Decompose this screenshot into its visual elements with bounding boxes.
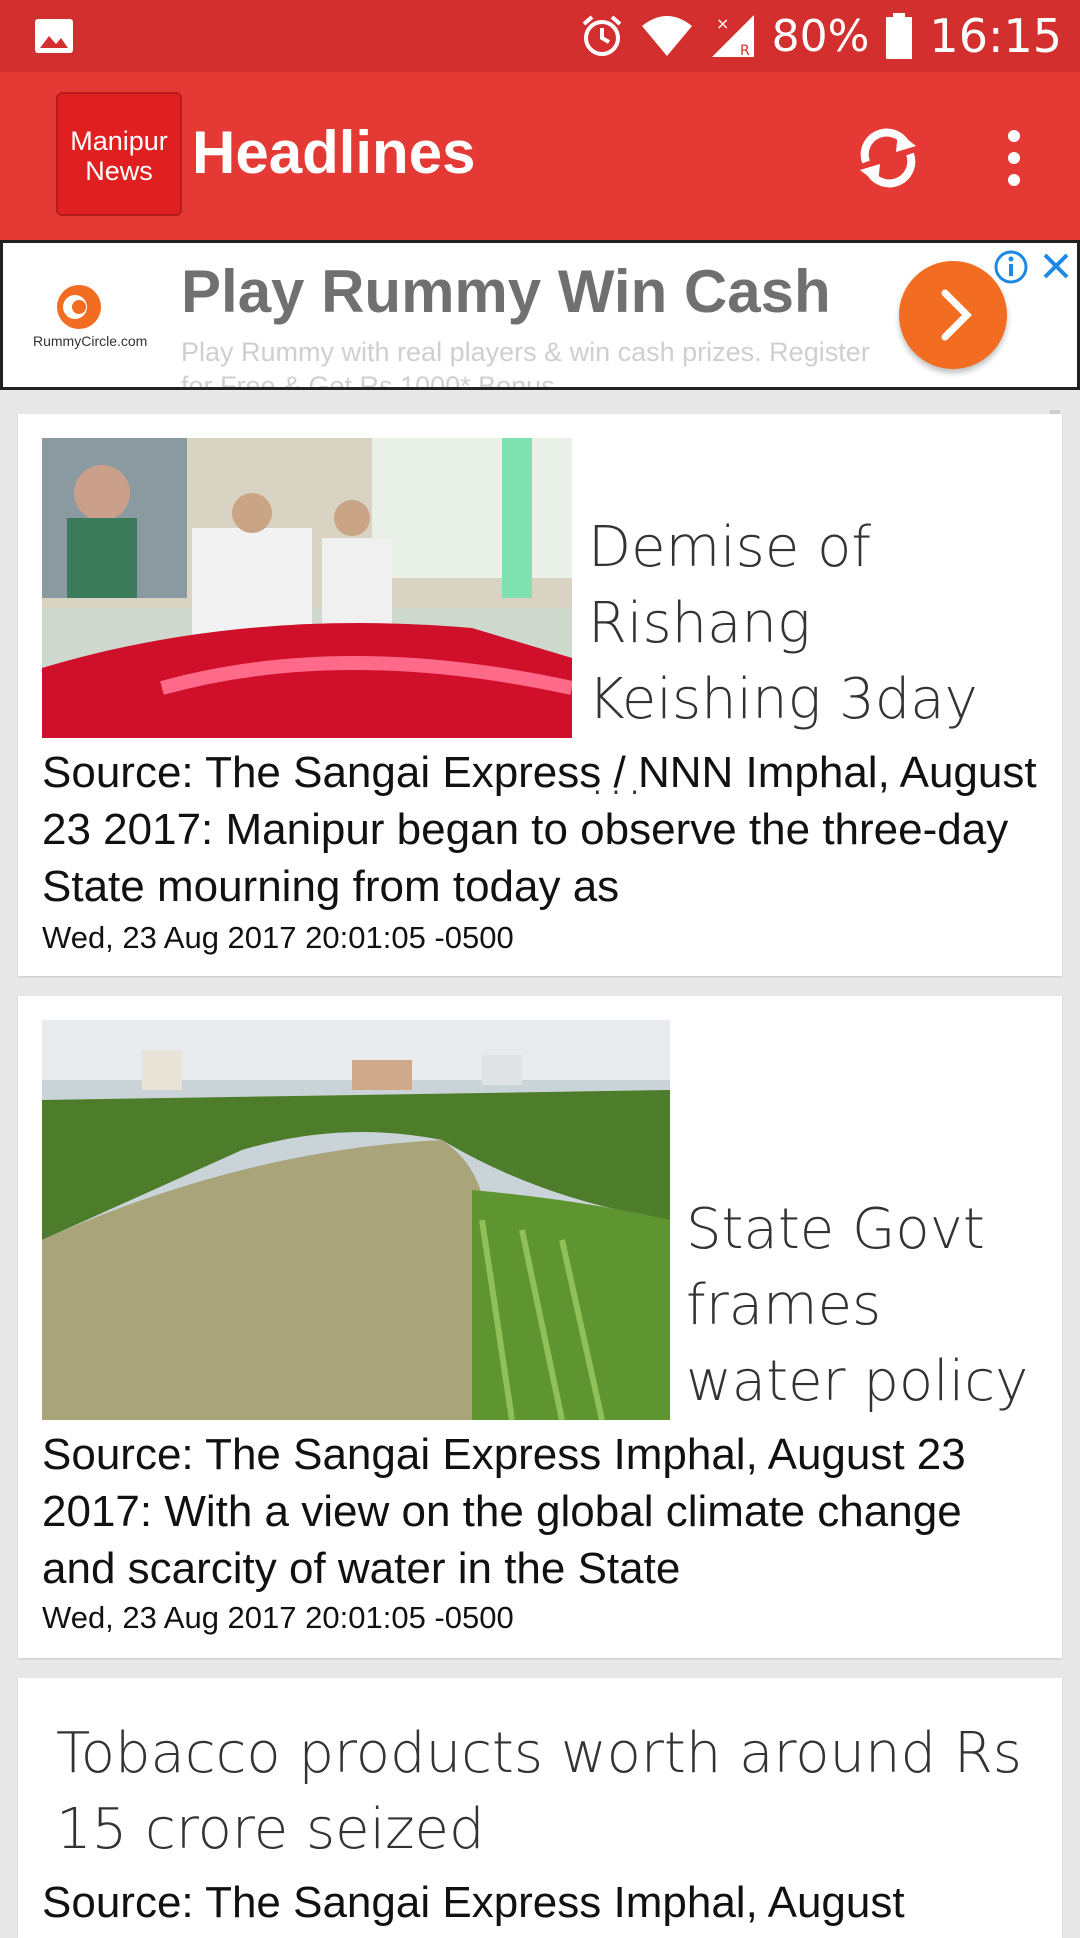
- article-summary: Source: The Sangai Express / NNN Imphal,…: [42, 748, 1037, 911]
- article-date: Wed, 23 Aug 2017 20:01:05 -0500: [42, 920, 514, 955]
- ad-brand-logo: [57, 285, 101, 329]
- clock: 16:15: [929, 9, 1062, 63]
- logo-line2: News: [85, 156, 153, 186]
- ad-description: Play Rummy with real players & win cash …: [181, 337, 870, 390]
- refresh-icon[interactable]: [852, 122, 924, 194]
- battery-icon: [886, 13, 913, 59]
- app-logo: Manipur News: [56, 92, 182, 216]
- ad-banner[interactable]: RummyCircle.com Play Rummy Win Cash Play…: [0, 240, 1080, 390]
- more-options-icon[interactable]: [1000, 128, 1028, 188]
- article-card[interactable]: State Govt frames water policy Source: T…: [18, 996, 1062, 1658]
- logo-line1: Manipur: [70, 126, 168, 156]
- ad-info-icon[interactable]: [993, 249, 1029, 285]
- svg-text:R: R: [740, 43, 750, 59]
- image-notification-icon: [35, 19, 73, 53]
- wifi-icon: [641, 16, 692, 56]
- article-date: Wed, 23 Aug 2017 20:01:05 -0500: [42, 1600, 514, 1635]
- article-image: [42, 1020, 670, 1420]
- ad-cta-button[interactable]: [899, 261, 1007, 369]
- alarm-icon: [582, 15, 621, 56]
- article-summary: Source: The Sangai Express Imphal, Augus…: [42, 1430, 966, 1593]
- ad-headline[interactable]: Play Rummy Win Cash: [181, 257, 831, 326]
- article-image: [42, 438, 572, 738]
- battery-percent: 80%: [771, 10, 870, 62]
- status-bar: × R 80% 16:15: [0, 0, 1080, 72]
- article-card[interactable]: Tobacco products worth around Rs 15 cror…: [18, 1678, 1062, 1938]
- ad-close-icon[interactable]: [1039, 249, 1073, 283]
- signal-icon: × R: [711, 14, 754, 59]
- article-title[interactable]: State Govt frames water policy: [686, 1192, 1046, 1420]
- article-summary: Source: The Sangai Express Imphal, Augus…: [42, 1878, 905, 1927]
- ad-brand-text: RummyCircle.com: [33, 333, 148, 349]
- article-card[interactable]: Demise of Rishang Keishing 3day … Source…: [18, 414, 1062, 976]
- page-title: Headlines: [192, 119, 476, 186]
- article-title[interactable]: Tobacco products worth around Rs 15 cror…: [56, 1716, 1046, 1868]
- svg-text:×: ×: [716, 14, 729, 33]
- app-bar: Manipur News Headlines: [0, 72, 1080, 240]
